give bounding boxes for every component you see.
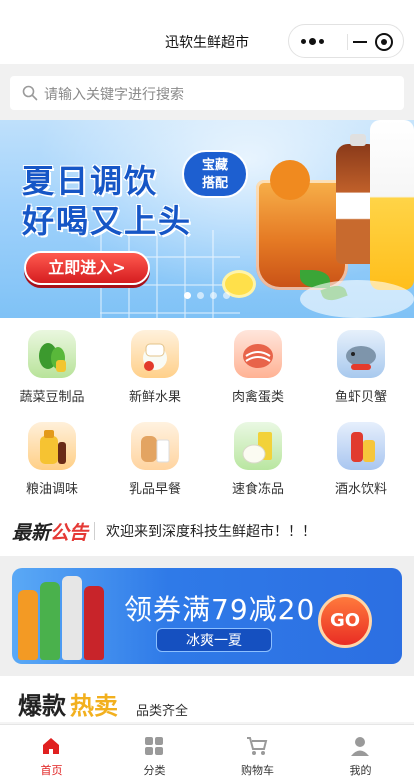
tab-bar: 首页 分类 购物车 我的 [0,724,414,780]
drinks-icon [337,422,385,470]
hot-subtitle: 品类齐全 [136,704,189,719]
navbar: 迅软生鲜超市 [0,0,414,64]
hot-title-part-2: 热卖 [70,692,118,720]
category-drinks[interactable]: 酒水饮料 [309,414,413,508]
search-icon [22,85,38,101]
category-dairy[interactable]: 乳品早餐 [103,414,207,508]
hot-title-part-1: 爆款 [18,692,66,720]
category-vegetables[interactable]: 蔬菜豆制品 [0,322,104,416]
drinks-bottles-image [18,576,118,660]
category-meat[interactable]: 肉禽蛋类 [206,322,310,416]
vegetable-icon [28,330,76,378]
category-icon [145,737,163,755]
tab-home[interactable]: 首页 [0,725,103,780]
close-target-icon[interactable] [375,33,393,51]
tab-category[interactable]: 分类 [103,725,206,780]
frozen-food-icon [234,422,282,470]
banner-subheadline: 好喝又上头 [22,202,193,240]
fruit-icon [131,330,179,378]
notice-bar[interactable]: 最新公告 欢迎来到深度科技生鲜超市！！！ [0,506,414,556]
capsule-menu [288,24,404,58]
home-icon [43,738,59,754]
user-icon [351,737,369,756]
more-icon[interactable] [301,34,327,48]
drink-bottle-image [370,120,414,290]
coupon-section: 领券满79减20 冰爽一夏 GO [0,556,414,676]
category-frozen-food[interactable]: 速食冻品 [206,414,310,508]
seafood-icon [337,330,385,378]
search-input[interactable]: 请输入关键字进行搜索 [10,76,404,110]
water-splash [300,280,414,318]
tab-mine[interactable]: 我的 [309,725,412,780]
dairy-icon [131,422,179,470]
banner-cta-button[interactable]: 立即进入> [24,251,150,285]
coupon-banner[interactable]: 领券满79减20 冰爽一夏 GO [12,568,402,664]
tab-cart[interactable]: 购物车 [206,725,309,780]
minimize-icon[interactable] [353,41,367,43]
meat-icon [234,330,282,378]
search-bar: 请输入关键字进行搜索 [0,64,414,120]
coupon-subtitle: 冰爽一夏 [156,628,272,652]
category-grid: 蔬菜豆制品 新鲜水果 肉禽蛋类 鱼虾贝蟹 粮油调味 乳品早餐 速食冻品 酒水饮料 [0,318,414,506]
pagination-dot[interactable] [184,292,191,299]
banner-badge: 宝藏 搭配 [182,150,248,198]
cart-icon [247,737,268,755]
promo-banner[interactable]: 夏日调饮 好喝又上头 宝藏 搭配 立即进入> [0,120,414,318]
pagination-dot[interactable] [223,292,230,299]
grain-oil-icon [28,422,76,470]
coupon-title: 领券满79减20 [124,593,316,626]
coupon-go-button[interactable]: GO [318,594,372,648]
notice-divider [94,522,95,540]
notice-text: 欢迎来到深度科技生鲜超市！！！ [106,524,316,540]
notice-logo: 最新公告 [12,522,89,544]
pagination-dot[interactable] [210,292,217,299]
category-fruits[interactable]: 新鲜水果 [103,322,207,416]
category-grain-oil[interactable]: 粮油调味 [0,414,104,508]
capsule-divider [347,34,348,50]
category-seafood[interactable]: 鱼虾贝蟹 [309,322,413,416]
hot-section-header: 爆款 热卖 品类齐全 [0,676,414,722]
search-placeholder: 请输入关键字进行搜索 [44,87,184,103]
banner-pagination [184,292,232,300]
pagination-dot[interactable] [197,292,204,299]
